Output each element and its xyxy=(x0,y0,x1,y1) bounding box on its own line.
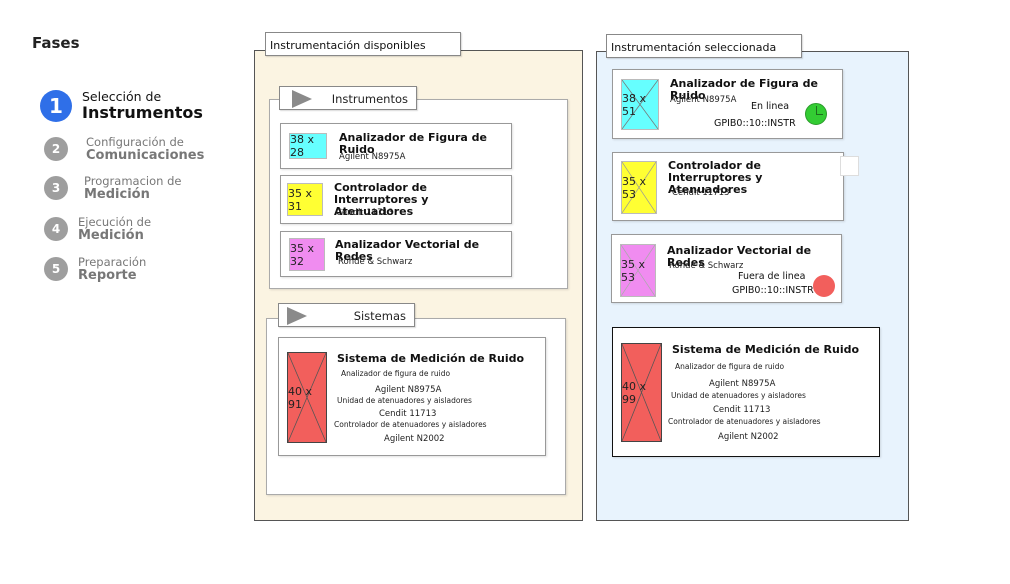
step-label-line1: Selección de xyxy=(82,89,162,105)
selected-card-noise-figure-analyzer[interactable]: 38 x 51 Analizador de Figura de Ruido Ag… xyxy=(612,69,843,139)
drag-ghost-outline xyxy=(840,156,859,176)
image-placeholder: 40 x 99 xyxy=(621,343,662,442)
step-number: 1 xyxy=(40,90,72,122)
step-label-line1: Preparación xyxy=(78,255,147,269)
available-panel-title: Instrumentación disponibles xyxy=(265,32,461,56)
thumb-size-label: 38 x 51 xyxy=(622,91,647,118)
group-label: Instrumentos xyxy=(331,92,408,106)
step-number: 2 xyxy=(44,137,68,162)
step-label-line1: Ejecución de xyxy=(78,215,152,229)
image-placeholder: 35 x 32 xyxy=(289,238,325,271)
card-model: Agilent N8975A xyxy=(670,95,737,105)
card-model: Cendit 11713 xyxy=(336,208,394,218)
instruments-group-header[interactable]: Instrumentos xyxy=(279,86,417,110)
step-label-line1: Configuración de xyxy=(86,135,184,149)
thumb-size-label: 38 x 28 xyxy=(290,133,315,159)
step-label-line2: Medición xyxy=(78,227,144,243)
image-placeholder: 40 x 91 xyxy=(287,352,327,443)
card-model: Cendit 11713 xyxy=(672,188,730,198)
step-number: 5 xyxy=(44,257,68,282)
play-icon xyxy=(292,90,312,108)
connection-status: En linea xyxy=(751,101,790,112)
selected-card-vector-network-analyzer[interactable]: 35 x 53 Analizador Vectorial de Redes Ro… xyxy=(611,234,842,303)
selected-card-switch-controller[interactable]: 35 x 53 Controlador de Interruptores y A… xyxy=(612,152,844,221)
system-card-noise-measurement[interactable]: 40 x 91 Sistema de Medición de Ruido Ana… xyxy=(278,337,546,456)
gpib-address: GPIB0::10::INSTR xyxy=(732,285,814,296)
step-2-communications[interactable]: 2 Configuración de Comunicaciones xyxy=(44,136,204,163)
step-5-report[interactable]: 5 Preparación Reporte xyxy=(44,256,146,283)
system-component: Cendit 11713 xyxy=(713,405,771,415)
offline-status-icon xyxy=(813,275,835,297)
image-placeholder: 38 x 51 xyxy=(621,79,659,130)
group-label: Sistemas xyxy=(353,309,406,323)
card-model: Rohde & Schwarz xyxy=(669,261,744,271)
gpib-address: GPIB0::10::INSTR xyxy=(714,118,796,129)
play-icon xyxy=(287,307,307,325)
system-component: Unidad de atenuadores y aisladores xyxy=(337,396,472,405)
system-component: Analizador de figura de ruido xyxy=(341,369,451,378)
step-label-line2: Medición xyxy=(84,186,150,202)
selected-panel-title: Instrumentación seleccionada xyxy=(606,34,802,58)
step-label-line2: Instrumentos xyxy=(82,103,203,123)
step-number: 3 xyxy=(44,176,68,201)
system-component: Controlador de atenuadores y aisladores xyxy=(668,417,821,426)
card-model: Rohde & Schwarz xyxy=(338,257,413,267)
systems-group-header[interactable]: Sistemas xyxy=(278,303,415,327)
card-model: Agilent N8975A xyxy=(339,152,406,162)
selected-system-card-noise-measurement[interactable]: 40 x 99 Sistema de Medición de Ruido Ana… xyxy=(612,327,880,457)
thumb-size-label: 35 x 31 xyxy=(288,186,313,213)
thumb-size-label: 35 x 53 xyxy=(622,174,647,201)
online-status-icon xyxy=(805,103,827,125)
image-placeholder: 35 x 31 xyxy=(287,183,323,216)
step-label-line1: Programacion de xyxy=(84,174,182,188)
step-number: 4 xyxy=(44,217,68,242)
system-component: Agilent N2002 xyxy=(718,432,779,442)
instrument-card-noise-figure-analyzer[interactable]: 38 x 28 Analizador de Figura de Ruido Ag… xyxy=(280,123,512,169)
image-placeholder: 35 x 53 xyxy=(621,161,657,214)
system-component: Agilent N8975A xyxy=(375,385,442,395)
thumb-size-label: 40 x 99 xyxy=(622,379,647,406)
system-component: Agilent N8975A xyxy=(709,379,776,389)
thumb-size-label: 40 x 91 xyxy=(288,384,313,411)
card-title: Sistema de Medición de Ruido xyxy=(672,343,860,356)
thumb-size-label: 35 x 53 xyxy=(621,257,646,284)
system-component: Controlador de atenuadores y aisladores xyxy=(334,420,487,429)
phases-title: Fases xyxy=(32,34,80,52)
system-component: Analizador de figura de ruido xyxy=(675,362,785,371)
system-component: Agilent N2002 xyxy=(384,434,445,444)
instrument-card-vector-network-analyzer[interactable]: 35 x 32 Analizador Vectorial de Redes Ro… xyxy=(280,231,512,277)
step-4-execution[interactable]: 4 Ejecución de Medición xyxy=(44,216,151,243)
step-label-line2: Reporte xyxy=(78,267,137,283)
instrument-card-switch-controller[interactable]: 35 x 31 Controlador de Interruptores y A… xyxy=(280,175,512,224)
connection-status: Fuera de linea xyxy=(738,271,806,282)
step-label-line2: Comunicaciones xyxy=(86,147,205,163)
step-3-programming[interactable]: 3 Programacion de Medición xyxy=(44,175,181,202)
image-placeholder: 38 x 28 xyxy=(289,133,327,159)
card-title: Sistema de Medición de Ruido xyxy=(337,352,525,365)
image-placeholder: 35 x 53 xyxy=(620,244,656,297)
system-component: Unidad de atenuadores y aisladores xyxy=(671,391,806,400)
step-1-selection[interactable]: 1 Selección de Instrumentos xyxy=(40,90,203,122)
system-component: Cendit 11713 xyxy=(379,409,437,419)
thumb-size-label: 35 x 32 xyxy=(290,241,315,268)
